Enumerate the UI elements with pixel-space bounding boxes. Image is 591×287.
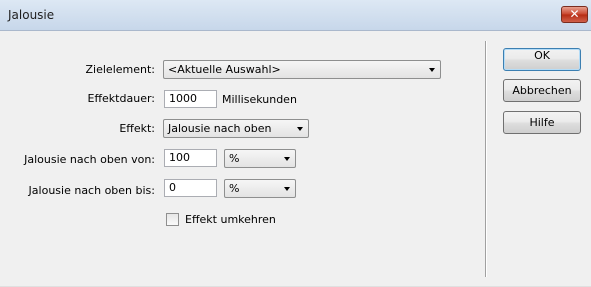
effect-label: Effekt: <box>119 122 155 135</box>
to-label: Jalousie nach oben bis: <box>28 184 155 197</box>
duration-value: 1000 <box>169 92 197 105</box>
duration-label: Effektdauer: <box>87 92 155 105</box>
reverse-effect-label[interactable]: Effekt umkehren <box>185 212 276 228</box>
to-input[interactable]: 0 <box>164 179 217 197</box>
title-bar: Jalousie ✕ <box>0 0 591 31</box>
close-button[interactable]: ✕ <box>561 6 588 23</box>
cancel-button[interactable]: Abbrechen <box>503 79 581 102</box>
ok-button[interactable]: OK <box>503 48 581 71</box>
to-unit-select[interactable]: % <box>224 179 296 198</box>
target-element-value: <Aktuelle Auswahl> <box>168 63 281 76</box>
target-label: Zielelement: <box>85 63 155 76</box>
target-element-select[interactable]: <Aktuelle Auswahl> <box>163 60 441 79</box>
duration-input[interactable]: 1000 <box>164 90 217 108</box>
chevron-down-icon <box>297 127 303 131</box>
effect-select[interactable]: Jalousie nach oben <box>163 119 309 138</box>
close-icon: ✕ <box>569 7 580 21</box>
from-label: Jalousie nach oben von: <box>24 153 155 166</box>
from-unit-select[interactable]: % <box>224 149 296 168</box>
from-unit-value: % <box>229 152 240 165</box>
to-unit-value: % <box>229 182 240 195</box>
chevron-down-icon <box>284 157 290 161</box>
dialog-body: Zielelement: <Aktuelle Auswahl> Effektda… <box>0 31 591 287</box>
to-value: 0 <box>169 181 176 194</box>
chevron-down-icon <box>284 187 290 191</box>
chevron-down-icon <box>429 68 435 72</box>
from-input[interactable]: 100 <box>164 149 217 167</box>
effect-value: Jalousie nach oben <box>168 122 272 135</box>
duration-unit-label: Millisekunden <box>222 93 297 106</box>
help-button[interactable]: Hilfe <box>503 111 581 134</box>
vertical-separator <box>485 41 486 277</box>
from-value: 100 <box>169 151 190 164</box>
reverse-effect-checkbox[interactable] <box>166 213 179 226</box>
window-title: Jalousie <box>8 8 55 22</box>
